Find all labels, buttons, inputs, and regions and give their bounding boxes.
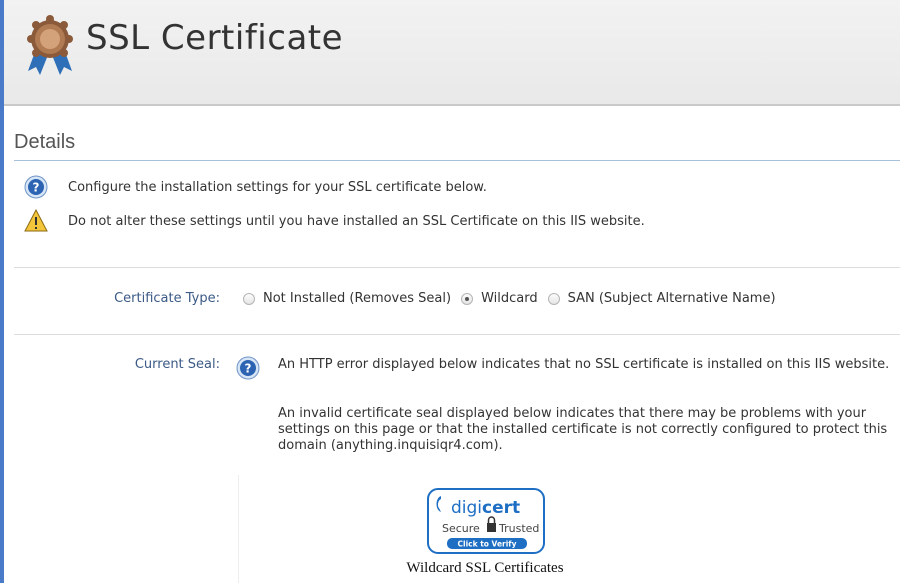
- help-icon: ?: [24, 175, 48, 199]
- svg-text:digicert: digicert: [451, 498, 520, 518]
- help-icon: ?: [236, 356, 260, 380]
- current-seal-label: Current Seal:: [134, 357, 220, 372]
- info-message: ? Configure the installation settings fo…: [24, 175, 487, 199]
- seal-info-http-error: An HTTP error displayed below indicates …: [278, 357, 890, 372]
- radio-not-installed[interactable]: Not Installed (Removes Seal): [243, 291, 451, 306]
- radio-label: SAN (Subject Alternative Name): [567, 291, 776, 306]
- warning-message: Do not alter these settings until you ha…: [24, 209, 645, 233]
- seal-trusted-text: Trusted: [498, 522, 539, 535]
- page-header: SSL Certificate: [4, 0, 900, 106]
- certificate-type-options: Not Installed (Removes Seal) Wildcard SA…: [243, 291, 786, 306]
- award-ribbon-icon: [27, 15, 73, 75]
- radio-button-selected[interactable]: [461, 292, 474, 305]
- digicert-seal[interactable]: digicert Secure Trusted Click to Verify: [427, 488, 545, 554]
- radio-wildcard[interactable]: Wildcard: [461, 291, 538, 306]
- digicert-brand-prefix: digi: [451, 498, 482, 518]
- svg-text:?: ?: [33, 181, 40, 195]
- seal-info-invalid: An invalid certificate seal displayed be…: [278, 406, 888, 453]
- certificate-type-label: Certificate Type:: [114, 291, 220, 306]
- seal-caption: Wildcard SSL Certificates: [406, 560, 564, 576]
- seal-secure-text: Secure: [442, 522, 480, 535]
- details-rule: [14, 160, 900, 161]
- radio-button[interactable]: [547, 292, 560, 305]
- warning-icon: [24, 209, 48, 232]
- seal-verify-text: Click to Verify: [458, 540, 517, 549]
- digicert-brand-suffix: cert: [482, 498, 520, 518]
- divider: [14, 267, 900, 268]
- radio-label: Not Installed (Removes Seal): [263, 291, 452, 306]
- warning-message-text: Do not alter these settings until you ha…: [68, 213, 645, 229]
- divider: [14, 334, 900, 335]
- details-heading: Details: [14, 131, 76, 153]
- radio-san[interactable]: SAN (Subject Alternative Name): [547, 291, 776, 306]
- radio-button[interactable]: [243, 292, 255, 305]
- info-message-text: Configure the installation settings for …: [68, 179, 487, 195]
- page-title: SSL Certificate: [86, 18, 344, 58]
- radio-label: Wildcard: [481, 291, 538, 306]
- svg-text:?: ?: [245, 362, 252, 376]
